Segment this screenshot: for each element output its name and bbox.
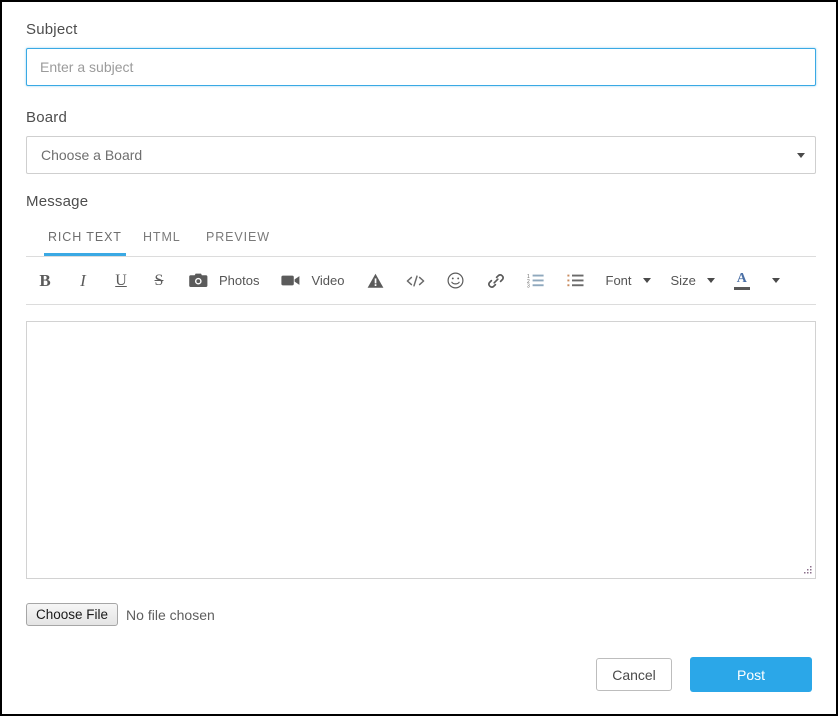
board-select-value: Choose a Board (41, 147, 143, 163)
bulleted-list-icon (567, 273, 584, 288)
spoiler-button[interactable] (356, 266, 396, 296)
font-dropdown[interactable]: Font (596, 266, 661, 296)
warning-triangle-icon (367, 273, 384, 289)
strikethrough-icon: S (154, 271, 164, 289)
code-icon (406, 274, 425, 288)
photos-button[interactable]: Photos (178, 266, 270, 296)
subject-label: Subject (26, 21, 78, 38)
bold-button[interactable]: B (26, 266, 64, 296)
tab-rich-text[interactable]: RICH TEXT (44, 224, 126, 256)
choose-file-button[interactable]: Choose File (26, 603, 119, 626)
chevron-down-icon (642, 278, 651, 283)
underline-icon: U (115, 271, 127, 289)
tab-preview[interactable]: PREVIEW (202, 224, 274, 255)
chevron-down-icon (771, 278, 780, 283)
board-select[interactable]: Choose a Board (26, 136, 816, 174)
font-color-button[interactable]: A (725, 266, 759, 296)
code-button[interactable] (396, 266, 436, 296)
composer-body: Subject Board Choose a Board Message RIC… (2, 2, 836, 714)
post-button[interactable]: Post (690, 657, 812, 692)
camera-icon (189, 273, 208, 288)
message-editor-wrap (26, 321, 816, 579)
size-dropdown-label: Size (670, 273, 696, 288)
link-button[interactable] (476, 266, 516, 296)
composer-footer: Cancel Post (596, 657, 812, 692)
smiley-face-icon (447, 272, 464, 289)
underline-button[interactable]: U (102, 266, 140, 296)
attachment-row: Choose File No file chosen (26, 603, 812, 626)
file-status-text: No file chosen (126, 606, 215, 623)
cancel-button[interactable]: Cancel (596, 658, 672, 691)
italic-button[interactable]: I (64, 266, 102, 296)
strikethrough-button[interactable]: S (140, 266, 178, 296)
size-dropdown[interactable]: Size (661, 266, 725, 296)
font-dropdown-label: Font (605, 273, 632, 288)
chevron-down-icon (706, 278, 715, 283)
message-editor[interactable] (26, 321, 816, 579)
emoji-button[interactable] (436, 266, 476, 296)
video-button-label: Video (311, 273, 345, 288)
unordered-list-button[interactable] (556, 266, 596, 296)
subject-input[interactable] (26, 48, 816, 86)
ordered-list-button[interactable]: 1 2 3 (516, 266, 556, 296)
bold-icon: B (39, 270, 51, 290)
ordered-list-icon: 1 2 3 (527, 273, 544, 288)
photos-button-label: Photos (219, 273, 260, 288)
tab-html[interactable]: HTML (139, 224, 185, 255)
post-composer-page: Subject Board Choose a Board Message RIC… (0, 0, 838, 716)
editor-toolbar: B I U S Photos Video 1 2 3 Font Size A (26, 257, 816, 305)
video-camera-icon (281, 274, 300, 287)
italic-icon: I (80, 270, 86, 290)
svg-text:3: 3 (527, 284, 530, 288)
chevron-down-icon (797, 153, 805, 158)
link-icon (487, 272, 505, 290)
font-color-a-icon: A (736, 270, 747, 286)
font-color-swatch (733, 286, 750, 290)
video-button[interactable]: Video (270, 266, 355, 296)
board-label: Board (26, 109, 68, 126)
message-tabs: RICH TEXT HTML PREVIEW (26, 224, 816, 257)
font-color-dropdown[interactable] (759, 266, 787, 296)
message-label: Message (26, 193, 89, 210)
